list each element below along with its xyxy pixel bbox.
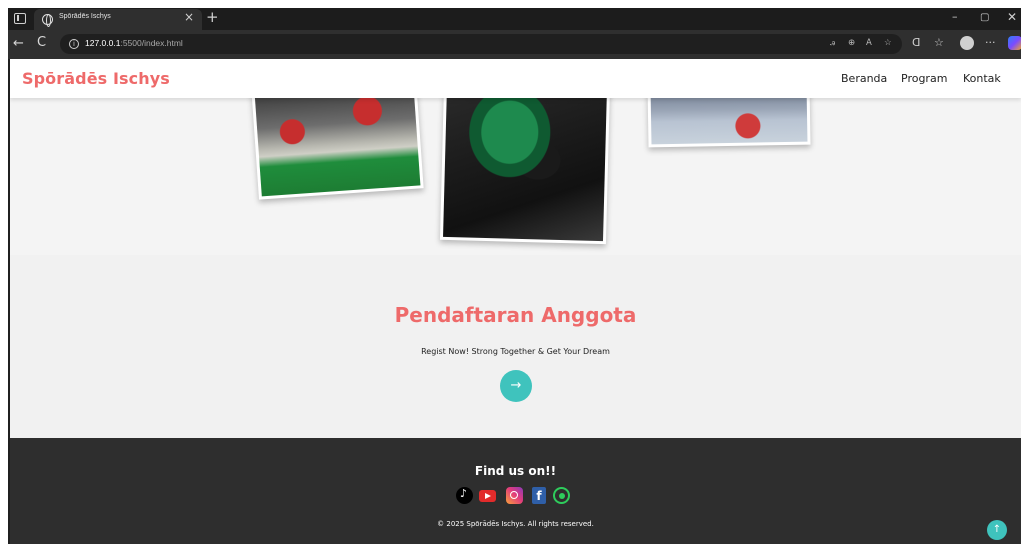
registration-section: Pendaftaran Anggota Regist Now! Strong T…: [10, 255, 1021, 438]
youtube-icon[interactable]: [479, 490, 496, 502]
reload-icon[interactable]: C: [37, 35, 46, 50]
browser-tab[interactable]: Spōrādēs Ischys ×: [34, 9, 202, 30]
favorites-icon[interactable]: ☆: [934, 36, 944, 49]
tiktok-icon[interactable]: [456, 487, 473, 504]
copilot-icon[interactable]: [1008, 36, 1021, 50]
page-viewport: Spōrādēs Ischys Beranda Program Kontak P…: [10, 59, 1021, 544]
site-info-icon[interactable]: i: [69, 39, 79, 49]
back-to-top-button[interactable]: ↑: [987, 520, 1007, 540]
weight-plates-photo: [439, 81, 611, 245]
registration-subtitle: Regist Now! Strong Together & Get Your D…: [421, 347, 610, 356]
translate-icon[interactable]: ꭿ: [830, 38, 835, 48]
minimize-icon[interactable]: –: [952, 10, 958, 23]
photo-gallery: [10, 78, 1021, 255]
extension-icon[interactable]: ᗡ: [912, 36, 920, 49]
tab-close-icon[interactable]: ×: [184, 10, 194, 24]
browser-window: Spōrādēs Ischys × + – ▢ ✕ ← C i 127.0.0.…: [8, 8, 1021, 544]
nav-link-kontak[interactable]: Kontak: [963, 72, 1001, 85]
back-icon[interactable]: ←: [13, 36, 24, 51]
address-bar[interactable]: i 127.0.0.1:5500/index.html ꭿ ⊕ A ☆: [60, 34, 902, 54]
register-arrow-button[interactable]: →: [500, 370, 532, 402]
find-us-heading: Find us on!!: [474, 464, 557, 478]
browser-toolbar: ← C i 127.0.0.1:5500/index.html ꭿ ⊕ A ☆ …: [8, 30, 1021, 59]
nav-link-program[interactable]: Program: [901, 72, 947, 85]
sidebar-toggle-icon[interactable]: [14, 13, 26, 24]
new-tab-icon[interactable]: +: [206, 8, 219, 26]
globe-icon: [42, 14, 53, 27]
window-close-icon[interactable]: ✕: [1007, 10, 1017, 24]
zoom-icon[interactable]: ⊕: [848, 38, 855, 48]
brand-logo[interactable]: Spōrādēs Ischys: [22, 69, 170, 88]
site-header: Spōrādēs Ischys Beranda Program Kontak: [10, 59, 1021, 98]
copyright-text: © 2025 Spōrādēs Ischys. All rights reser…: [437, 520, 594, 528]
facebook-icon[interactable]: f: [532, 487, 546, 504]
whatsapp-icon[interactable]: [553, 487, 570, 504]
maximize-icon[interactable]: ▢: [980, 12, 989, 23]
more-menu-icon[interactable]: ···: [985, 36, 996, 49]
nav-link-beranda[interactable]: Beranda: [841, 72, 887, 85]
profile-avatar-icon[interactable]: [960, 36, 974, 50]
read-aloud-icon[interactable]: A: [866, 38, 872, 48]
tab-strip: Spōrādēs Ischys × + – ▢ ✕: [8, 8, 1021, 30]
favorite-star-icon[interactable]: ☆: [884, 38, 892, 48]
url-text[interactable]: 127.0.0.1:5500/index.html: [85, 38, 183, 48]
instagram-icon[interactable]: [506, 487, 523, 504]
site-footer: Find us on!! f © 2025 Spōrādēs Ischys. A…: [10, 438, 1021, 544]
tab-title: Spōrādēs Ischys: [59, 13, 111, 20]
registration-title: Pendaftaran Anggota: [394, 303, 637, 327]
